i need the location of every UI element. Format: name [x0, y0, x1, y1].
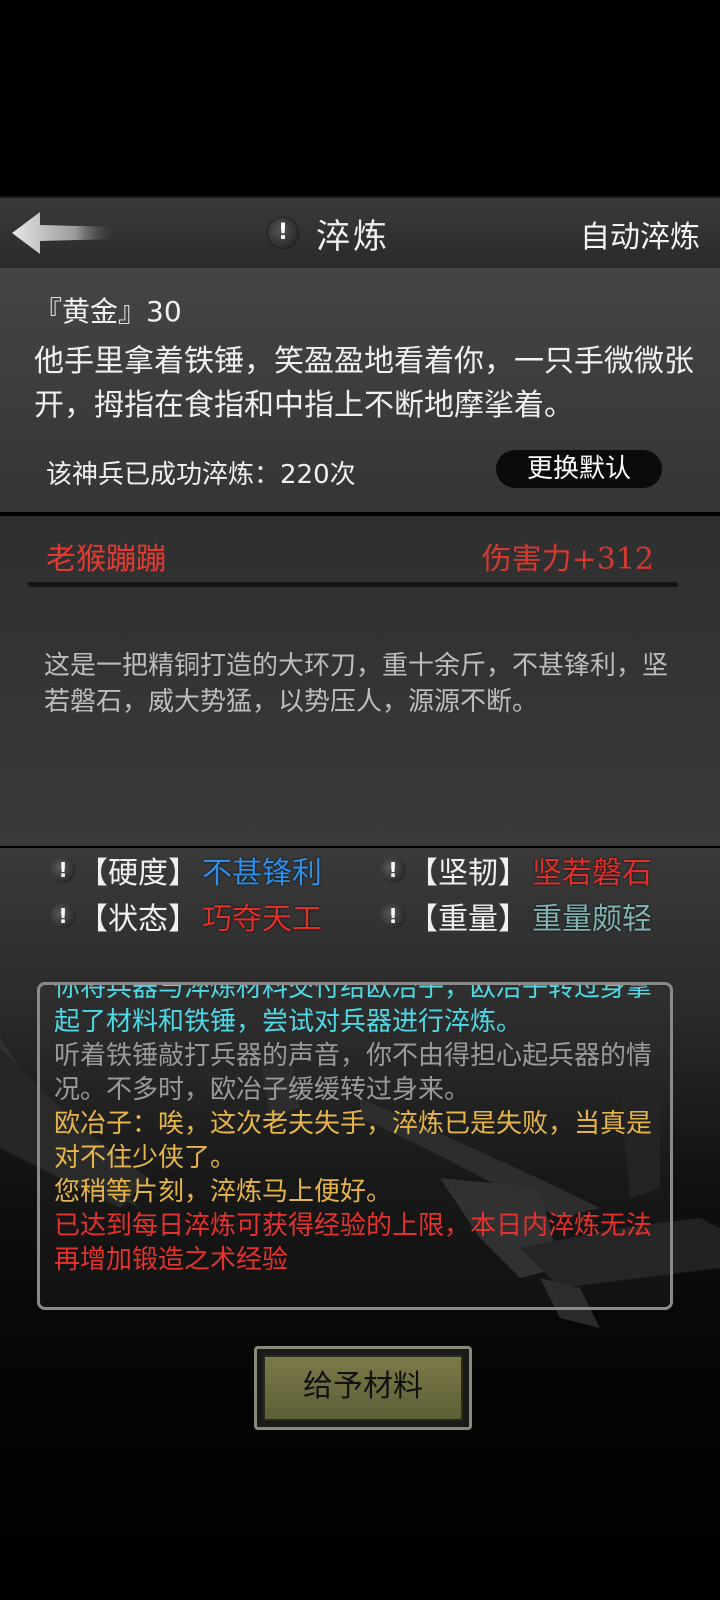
give-material-label: 给予材料	[263, 1355, 463, 1421]
stat-key: 【硬度】	[78, 856, 198, 891]
change-default-button[interactable]: 更换默认	[496, 450, 662, 488]
give-material-button[interactable]: 给予材料	[254, 1346, 472, 1430]
stat-info-icon[interactable]: !	[50, 857, 76, 883]
log-line: 你将兵器与淬炼材料交付给欧冶子，欧冶子转过身拿起了材料和铁锤，尝试对兵器进行淬炼…	[54, 982, 653, 1037]
stat-value: 不甚锋利	[202, 856, 322, 891]
log-content: 你将兵器与淬炼材料交付给欧冶子，欧冶子转过身拿起了材料和铁锤，尝试对兵器进行淬炼…	[54, 982, 654, 1277]
log-line: 已达到每日淬炼可获得经验的上限，本日内淬炼无法再增加锻造之术经验	[54, 1211, 653, 1275]
divider	[28, 582, 678, 587]
stat-info-icon[interactable]: !	[380, 857, 406, 883]
weapon-panel: 老猴蹦蹦 伤害力+312 这是一把精铜打造的大环刀，重十余斤，不甚锋利，坚若磐石…	[0, 516, 720, 846]
auto-refine-button[interactable]: 自动淬炼	[580, 212, 700, 256]
weapon-name[interactable]: 老猴蹦蹦	[46, 534, 166, 578]
stat-weight: ! 【重量】 重量颇轻	[380, 894, 652, 938]
info-icon[interactable]: !	[268, 218, 298, 248]
back-arrow-icon	[12, 212, 118, 254]
stat-key: 【状态】	[78, 902, 198, 937]
log-line: 听着铁锤敲打兵器的声音，你不由得担心起兵器的情况。不多时，欧冶子缓缓转过身来。	[54, 1041, 653, 1105]
npc-speech: 他手里拿着铁锤，笑盈盈地看着你，一只手微微张开，拇指在食指和中指上不断地摩挲着。	[34, 344, 694, 423]
stat-toughness: ! 【坚韧】 坚若磐石	[380, 848, 652, 892]
refine-log[interactable]: 你将兵器与淬炼材料交付给欧冶子，欧冶子转过身拿起了材料和铁锤，尝试对兵器进行淬炼…	[37, 982, 673, 1310]
npc-panel: 『黄金』30 他手里拿着铁锤，笑盈盈地看着你，一只手微微张开，拇指在食指和中指上…	[0, 268, 720, 512]
gold-cost: 『黄金』30	[34, 295, 182, 328]
stat-value: 巧夺天工	[202, 902, 322, 937]
stat-value: 重量颇轻	[532, 902, 652, 937]
stat-value: 坚若磐石	[532, 856, 652, 891]
stat-key: 【坚韧】	[408, 856, 528, 891]
page-title: 淬炼	[316, 216, 390, 257]
top-bar: ! 淬炼 自动淬炼	[0, 196, 720, 270]
refine-count: 该神兵已成功淬炼：220次	[46, 460, 356, 490]
weapon-damage: 伤害力+312	[481, 542, 654, 577]
stat-hardness: ! 【硬度】 不甚锋利	[50, 848, 322, 892]
log-line: 欧冶子：唉，这次老夫失手，淬炼已是失败，当真是对不住少侠了。	[54, 1109, 653, 1173]
title-group: ! 淬炼	[268, 210, 390, 257]
stat-condition: ! 【状态】 巧夺天工	[50, 894, 322, 938]
stat-info-icon[interactable]: !	[50, 903, 76, 929]
stat-key: 【重量】	[408, 902, 528, 937]
weapon-description: 这是一把精铜打造的大环刀，重十余斤，不甚锋利，坚若磐石，威大势猛，以势压人，源源…	[44, 651, 669, 717]
stat-info-icon[interactable]: !	[380, 903, 406, 929]
log-line: 您稍等片刻，淬炼马上便好。	[54, 1177, 393, 1207]
back-button[interactable]	[10, 208, 120, 258]
